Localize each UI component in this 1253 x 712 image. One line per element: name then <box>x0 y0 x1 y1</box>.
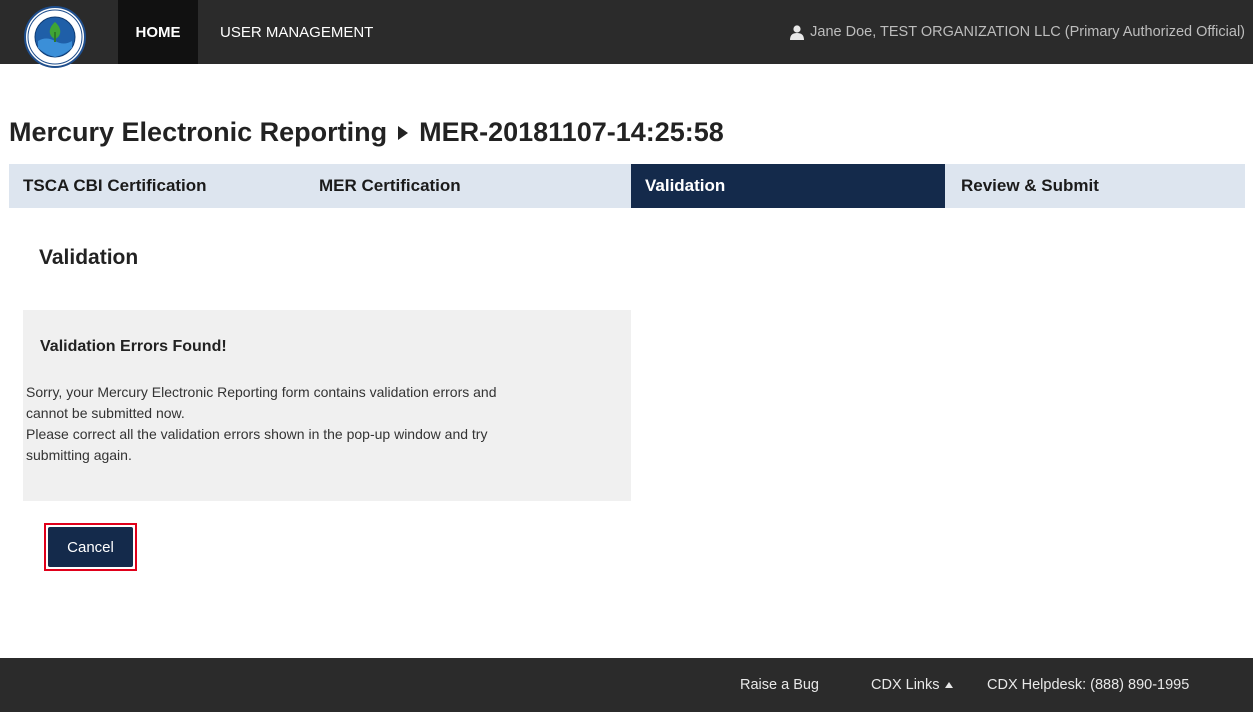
step-validation[interactable]: Validation <box>631 164 945 208</box>
step-review-submit[interactable]: Review & Submit <box>945 164 1245 208</box>
cdx-links-label: CDX Links <box>871 677 940 693</box>
alert-message-line: Sorry, your Mercury Electronic Reporting… <box>26 384 497 400</box>
workflow-steps: TSCA CBI Certification MER Certification… <box>9 164 1245 208</box>
step-label: TSCA CBI Certification <box>23 176 207 195</box>
nav-user-management-tab[interactable]: USER MANAGEMENT <box>206 0 387 64</box>
cdx-links-dropdown[interactable]: CDX Links <box>871 658 953 712</box>
step-label: Validation <box>645 176 726 195</box>
alert-message-line: Please correct all the validation errors… <box>26 426 488 442</box>
page-title-app: Mercury Electronic Reporting <box>9 117 388 147</box>
cdx-helpdesk-link[interactable]: CDX Helpdesk: (888) 890-1995 <box>987 658 1189 712</box>
user-icon <box>790 24 805 40</box>
alert-message-line: submitting again. <box>26 447 132 463</box>
alert-message-line: cannot be submitted now. <box>26 405 185 421</box>
step-label: MER Certification <box>319 176 461 195</box>
nav-home-tab[interactable]: HOME <box>118 0 198 64</box>
user-account-menu[interactable]: Jane Doe, TEST ORGANIZATION LLC (Primary… <box>790 0 1245 64</box>
step-tsca-cbi-certification[interactable]: TSCA CBI Certification <box>9 164 317 208</box>
epa-logo[interactable] <box>24 6 86 68</box>
section-title: Validation <box>39 246 139 269</box>
cancel-button-highlight: Cancel <box>44 523 137 571</box>
caret-up-icon <box>944 682 953 688</box>
page-title-record: MER-20181107-14:25:58 <box>419 117 724 147</box>
page-title: Mercury Electronic Reporting MER-2018110… <box>9 117 724 148</box>
caret-right-icon <box>398 125 409 140</box>
alert-message: Sorry, your Mercury Electronic Reporting… <box>26 382 626 466</box>
validation-error-alert: Validation Errors Found! Sorry, your Mer… <box>23 310 631 501</box>
cancel-button[interactable]: Cancel <box>48 527 133 567</box>
top-navbar: HOME USER MANAGEMENT Jane Doe, TEST ORGA… <box>0 0 1253 68</box>
step-label: Review & Submit <box>961 176 1099 195</box>
alert-title: Validation Errors Found! <box>40 338 227 355</box>
user-account-label: Jane Doe, TEST ORGANIZATION LLC (Primary… <box>810 24 1245 40</box>
raise-bug-link[interactable]: Raise a Bug <box>740 658 819 712</box>
footer: Raise a Bug CDX Links CDX Helpdesk: (888… <box>0 658 1253 712</box>
step-mer-certification[interactable]: MER Certification <box>317 164 631 208</box>
cdx-helpdesk-label: CDX Helpdesk: (888) 890-1995 <box>987 677 1190 693</box>
epa-seal-icon <box>27 9 83 65</box>
raise-bug-label: Raise a Bug <box>740 677 819 693</box>
